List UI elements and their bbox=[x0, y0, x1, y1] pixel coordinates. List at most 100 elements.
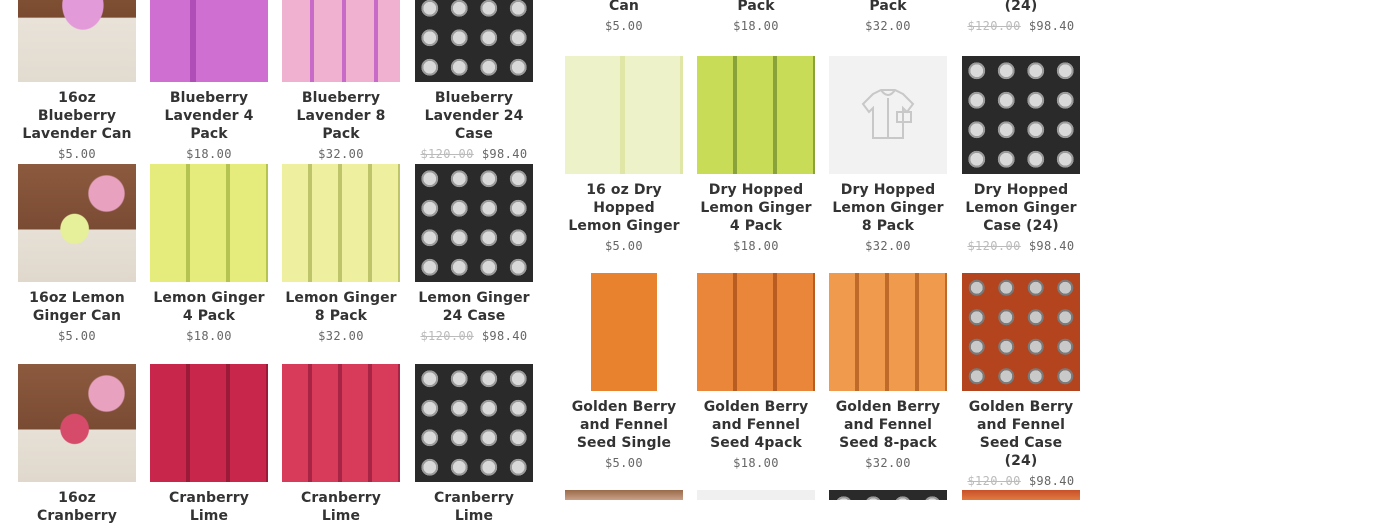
product-title[interactable]: Lemon Ginger 24 Case bbox=[415, 289, 533, 325]
product-image[interactable] bbox=[962, 56, 1080, 174]
product-image[interactable] bbox=[829, 56, 947, 174]
product-title[interactable]: Dry Hopped Lemon Ginger 4 Pack bbox=[697, 181, 815, 235]
product-card[interactable]: Golden Berry and Fennel Seed 8-pack $32.… bbox=[829, 273, 947, 470]
product-card[interactable]: Golden Berry and Fennel Seed Case (24) $… bbox=[962, 273, 1080, 488]
product-title[interactable]: Golden Berry and Fennel Seed 8-pack bbox=[829, 398, 947, 452]
product-price: $18.00 bbox=[733, 456, 779, 470]
product-price: $120.00 $98.40 bbox=[415, 147, 533, 161]
sale-price: $98.40 bbox=[1028, 474, 1075, 488]
product-image[interactable] bbox=[150, 0, 268, 82]
product-price: $120.00 $98.40 bbox=[962, 239, 1080, 253]
product-card[interactable]: Can $5.00 bbox=[565, 0, 683, 33]
product-title[interactable]: Dry Hopped Lemon Ginger Case (24) bbox=[962, 181, 1080, 235]
product-card[interactable]: Lemon Ginger 8 Pack $32.00 bbox=[282, 164, 400, 343]
product-title[interactable]: 16oz Lemon Ginger Can bbox=[18, 289, 136, 325]
product-image[interactable] bbox=[829, 273, 947, 391]
product-card[interactable]: (24) $120.00 $98.40 bbox=[962, 0, 1080, 33]
product-image[interactable] bbox=[18, 364, 136, 482]
product-image[interactable] bbox=[18, 0, 136, 82]
product-image[interactable] bbox=[282, 164, 400, 282]
product-card[interactable]: Dry Hopped Lemon Ginger Case (24) $120.0… bbox=[962, 56, 1080, 253]
product-title[interactable]: Lemon Ginger 4 Pack bbox=[150, 289, 268, 325]
product-image[interactable] bbox=[150, 164, 268, 282]
product-image[interactable] bbox=[415, 364, 533, 482]
product-price: $5.00 bbox=[604, 19, 644, 33]
product-price: $32.00 bbox=[318, 147, 364, 161]
product-title[interactable]: Pack bbox=[829, 0, 947, 15]
product-card[interactable]: Blueberry Lavender 8 Pack $32.00 bbox=[282, 0, 400, 161]
product-title[interactable]: Dry Hopped Lemon Ginger 8 Pack bbox=[829, 181, 947, 235]
product-price: $32.00 bbox=[318, 329, 364, 343]
product-image[interactable] bbox=[962, 273, 1080, 391]
product-image[interactable] bbox=[282, 0, 400, 82]
product-card[interactable]: Lemon Ginger 4 Pack $18.00 bbox=[150, 164, 268, 343]
product-image[interactable] bbox=[829, 490, 947, 500]
product-card[interactable]: Dry Hopped Lemon Ginger 8 Pack $32.00 bbox=[829, 56, 947, 253]
product-price: $32.00 bbox=[865, 19, 911, 33]
product-grid: 16oz Blueberry Lavender Can $5.00 Bluebe… bbox=[0, 0, 1400, 524]
product-image[interactable] bbox=[697, 56, 815, 174]
product-price: $32.00 bbox=[865, 456, 911, 470]
original-price: $120.00 bbox=[420, 329, 474, 343]
product-title[interactable]: 16oz Blueberry Lavender Can bbox=[18, 89, 136, 143]
product-price: $18.00 bbox=[186, 329, 232, 343]
product-title[interactable]: Can bbox=[565, 0, 683, 15]
product-card[interactable]: 16oz Cranberry bbox=[18, 364, 136, 525]
product-title[interactable]: Blueberry Lavender 4 Pack bbox=[150, 89, 268, 143]
product-title[interactable]: 16oz Cranberry bbox=[18, 489, 136, 525]
product-image[interactable] bbox=[697, 490, 815, 500]
product-card[interactable]: Blueberry Lavender 24 Case $120.00 $98.40 bbox=[415, 0, 533, 161]
product-image[interactable] bbox=[18, 164, 136, 282]
product-price: $5.00 bbox=[604, 239, 644, 253]
product-card[interactable]: 16 oz Dry Hopped Lemon Ginger $5.00 bbox=[565, 56, 683, 253]
product-title[interactable]: Golden Berry and Fennel Seed 4pack bbox=[697, 398, 815, 452]
product-price: $18.00 bbox=[733, 19, 779, 33]
product-card[interactable]: Pack $32.00 bbox=[829, 0, 947, 33]
product-title[interactable]: Blueberry Lavender 8 Pack bbox=[282, 89, 400, 143]
product-image[interactable] bbox=[415, 164, 533, 282]
product-title[interactable]: Golden Berry and Fennel Seed Single bbox=[565, 398, 683, 452]
product-price: $5.00 bbox=[57, 147, 97, 161]
product-title[interactable]: Lemon Ginger 8 Pack bbox=[282, 289, 400, 325]
product-title[interactable]: Cranberry Lime bbox=[150, 489, 268, 525]
original-price: $120.00 bbox=[420, 147, 474, 161]
product-title[interactable]: 16 oz Dry Hopped Lemon Ginger bbox=[565, 181, 683, 235]
product-image[interactable] bbox=[962, 490, 1080, 500]
sale-price: $98.40 bbox=[1028, 19, 1075, 33]
product-image[interactable] bbox=[150, 364, 268, 482]
product-title[interactable]: Golden Berry and Fennel Seed Case (24) bbox=[962, 398, 1080, 470]
product-card[interactable]: Cranberry Lime bbox=[150, 364, 268, 525]
product-card[interactable]: Blueberry Lavender 4 Pack $18.00 bbox=[150, 0, 268, 161]
product-card[interactable]: 16oz Blueberry Lavender Can $5.00 bbox=[18, 0, 136, 161]
product-title[interactable]: Cranberry Lime bbox=[282, 489, 400, 525]
product-card[interactable]: Cranberry Lime bbox=[415, 364, 533, 525]
product-image[interactable] bbox=[282, 364, 400, 482]
product-price: $18.00 bbox=[186, 147, 232, 161]
product-card[interactable]: 16oz Lemon Ginger Can $5.00 bbox=[18, 164, 136, 343]
product-price: $32.00 bbox=[865, 239, 911, 253]
product-card[interactable]: Golden Berry and Fennel Seed Single $5.0… bbox=[565, 273, 683, 470]
product-card[interactable]: Cranberry Lime bbox=[282, 364, 400, 525]
product-card[interactable]: Dry Hopped Lemon Ginger 4 Pack $18.00 bbox=[697, 56, 815, 253]
product-title[interactable]: Cranberry Lime bbox=[415, 489, 533, 525]
product-image[interactable] bbox=[565, 490, 683, 500]
product-card[interactable]: Lemon Ginger 24 Case $120.00 $98.40 bbox=[415, 164, 533, 343]
product-price: $120.00 $98.40 bbox=[962, 474, 1080, 488]
product-title[interactable]: Blueberry Lavender 24 Case bbox=[415, 89, 533, 143]
shirt-placeholder-icon bbox=[861, 89, 915, 139]
product-title[interactable]: Pack bbox=[697, 0, 815, 15]
product-image[interactable] bbox=[697, 273, 815, 391]
product-price: $5.00 bbox=[57, 329, 97, 343]
product-title[interactable]: (24) bbox=[962, 0, 1080, 15]
product-image[interactable] bbox=[565, 273, 683, 391]
product-image[interactable] bbox=[415, 0, 533, 82]
original-price: $120.00 bbox=[967, 239, 1021, 253]
original-price: $120.00 bbox=[967, 19, 1021, 33]
sale-price: $98.40 bbox=[481, 147, 528, 161]
sale-price: $98.40 bbox=[481, 329, 528, 343]
sale-price: $98.40 bbox=[1028, 239, 1075, 253]
product-card[interactable]: Pack $18.00 bbox=[697, 0, 815, 33]
product-image[interactable] bbox=[565, 56, 683, 174]
product-card[interactable]: Golden Berry and Fennel Seed 4pack $18.0… bbox=[697, 273, 815, 470]
original-price: $120.00 bbox=[967, 474, 1021, 488]
